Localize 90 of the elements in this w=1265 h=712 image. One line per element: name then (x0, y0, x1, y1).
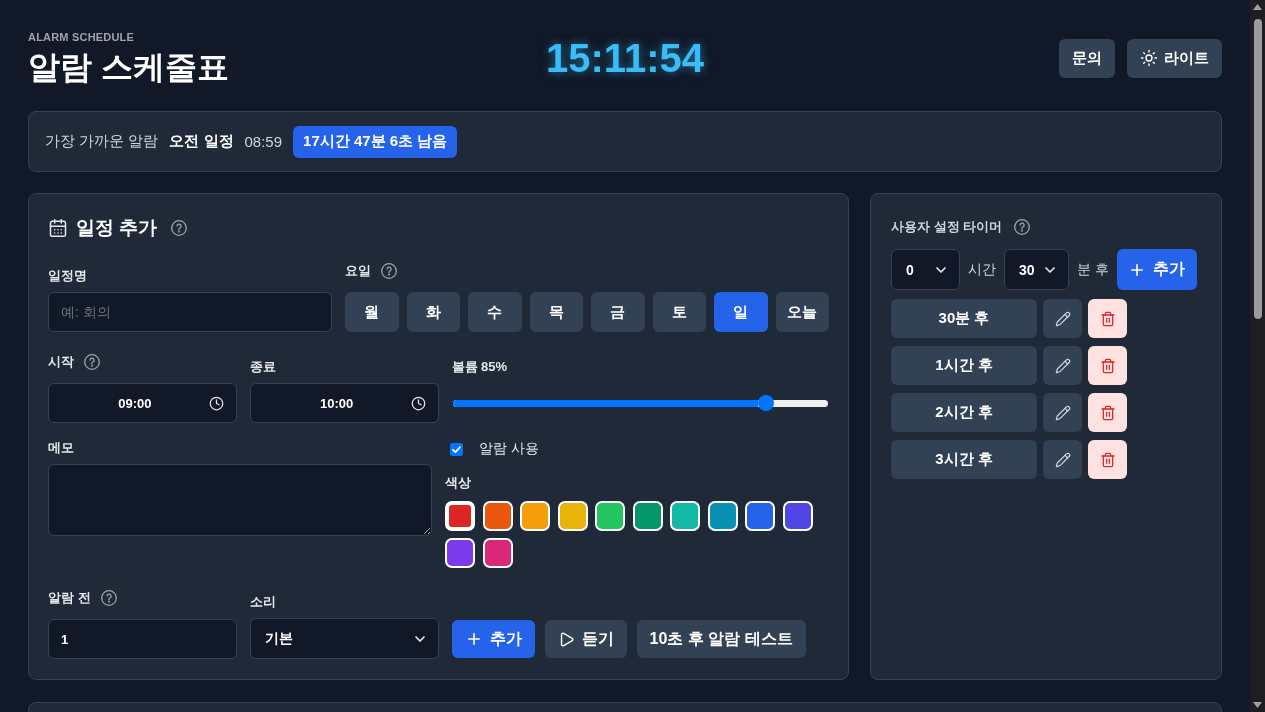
theme-toggle-button[interactable]: 라이트 (1127, 38, 1222, 78)
name-input[interactable]: 예: 회의 (48, 292, 332, 332)
unit-label: 분 후 (1077, 260, 1109, 279)
scrollbar[interactable] (1250, 0, 1265, 712)
scroll-down-arrow-icon[interactable] (1253, 702, 1262, 708)
day-toggle[interactable]: 금 (591, 292, 645, 332)
field-label: 시작 (48, 353, 74, 371)
trash-icon (1099, 404, 1116, 421)
color-swatch[interactable] (557, 501, 588, 531)
clock-display: 15:11:54 (546, 35, 704, 82)
help-icon[interactable] (171, 219, 188, 236)
checkbox[interactable] (450, 442, 463, 456)
edit-button[interactable] (1043, 440, 1082, 479)
sound-select[interactable]: 기본 (249, 618, 439, 659)
edit-button[interactable] (1043, 393, 1082, 432)
day-toggle[interactable]: 오늘 (775, 292, 829, 332)
color-swatch[interactable] (445, 501, 475, 531)
pencil-icon (1054, 451, 1071, 468)
color-swatch[interactable] (482, 501, 513, 531)
timer-preset-button[interactable]: 2시간 후 (891, 393, 1037, 432)
day-toggle[interactable]: 수 (468, 292, 522, 332)
field-label: 일정명 (48, 267, 87, 285)
next-alarm-label: 가장 가까운 알람 (45, 132, 159, 151)
day-toggle[interactable]: 목 (529, 292, 583, 332)
hours-select[interactable]: 0 (891, 249, 960, 290)
delete-button[interactable] (1088, 393, 1127, 432)
color-swatch[interactable] (632, 501, 663, 531)
delete-button[interactable] (1088, 346, 1127, 385)
calendar-icon (48, 217, 68, 238)
listen-button[interactable]: 듣기 (544, 620, 627, 658)
color-swatch[interactable] (707, 501, 738, 531)
checkbox-label: 알람 사용 (479, 440, 539, 458)
color-swatch[interactable] (520, 501, 550, 531)
day-toggle[interactable]: 화 (406, 292, 460, 332)
color-swatch[interactable] (445, 538, 475, 568)
slider-thumb[interactable] (758, 395, 775, 411)
help-icon[interactable] (381, 263, 397, 279)
color-swatch[interactable] (482, 538, 513, 568)
test-alarm-button[interactable]: 10초 후 알람 테스트 (636, 620, 806, 658)
trash-icon (1099, 451, 1116, 468)
app-subtitle: ALARM SCHEDULE (28, 29, 135, 44)
field-label: 알람 전 (48, 589, 91, 607)
field-label: 요일 (345, 262, 371, 280)
minutes-select[interactable]: 30 (1004, 249, 1069, 290)
edit-button[interactable] (1043, 299, 1082, 338)
clock-icon (208, 395, 224, 411)
scrollbar-thumb[interactable] (1253, 19, 1262, 319)
day-toggle[interactable]: 월 (345, 292, 399, 332)
timer-preset-button[interactable]: 1시간 후 (891, 346, 1037, 385)
day-toggle[interactable]: 일 (714, 292, 768, 332)
sun-icon (1140, 49, 1158, 67)
time-field[interactable]: 09:00 (48, 383, 237, 423)
field-label: 메모 (48, 439, 74, 457)
field-label: 볼륨 85% (451, 358, 508, 376)
scroll-up-arrow-icon[interactable] (1253, 4, 1262, 10)
alarm-name: 오전 일정 (169, 132, 234, 151)
lead-time-input[interactable]: 1 (48, 619, 237, 659)
color-swatch[interactable] (782, 501, 813, 531)
help-icon[interactable] (1014, 219, 1031, 235)
countdown-badge: 17시간 47분 6초 남음 (293, 125, 458, 158)
app-title: 알람 스케줄표 (28, 47, 229, 87)
field-label: 색상 (445, 474, 471, 492)
pencil-icon (1054, 404, 1071, 421)
memo-field[interactable] (48, 464, 432, 536)
edit-button[interactable] (1043, 346, 1082, 385)
panel-heading: 사용자 설정 타이머 (891, 218, 1003, 236)
delete-button[interactable] (1088, 299, 1127, 338)
clock-icon (410, 395, 426, 411)
field-label: 소리 (249, 593, 276, 611)
color-swatch[interactable] (670, 501, 700, 531)
field-label: 종료 (249, 358, 276, 376)
timer-preset-button[interactable]: 3시간 후 (891, 440, 1037, 479)
unit-label: 시간 (968, 260, 996, 279)
add-timer-button[interactable]: 추가 (1116, 249, 1197, 290)
time-field[interactable]: 10:00 (249, 383, 439, 423)
pencil-icon (1054, 310, 1071, 327)
alarm-time: 08:59 (244, 133, 283, 150)
panel-heading: 일정 추가 (76, 215, 158, 240)
help-icon[interactable] (84, 354, 100, 370)
trash-icon (1099, 357, 1116, 374)
delete-button[interactable] (1088, 440, 1127, 479)
header-button[interactable]: 문의 (1059, 38, 1115, 78)
add-button[interactable]: 추가 (451, 620, 535, 658)
trash-icon (1099, 310, 1116, 327)
pencil-icon (1054, 357, 1071, 374)
timer-preset-button[interactable]: 30분 후 (891, 299, 1037, 338)
day-toggle[interactable]: 토 (652, 292, 706, 332)
color-swatch[interactable] (595, 501, 625, 531)
color-swatch[interactable] (745, 501, 775, 531)
help-icon[interactable] (100, 590, 117, 606)
